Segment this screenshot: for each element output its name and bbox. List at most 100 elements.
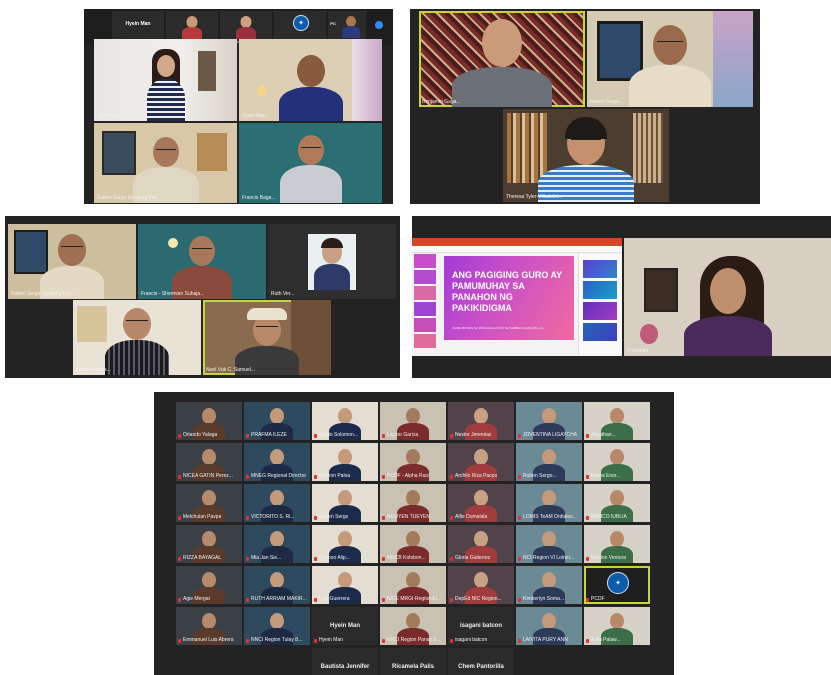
avatar — [270, 613, 284, 629]
participant-tile[interactable]: Mission Paloa — [312, 443, 378, 481]
participant-tile[interactable]: Ruben Sergo — [312, 484, 378, 522]
participant-tile[interactable]: isagani batcon isagani batcon — [448, 607, 514, 645]
participant-tile[interactable]: Ricamela PalisRicamela Palis — [380, 648, 446, 675]
participant-tile[interactable]: Francis - Shermian Suhaja... — [138, 224, 266, 299]
participant-tile[interactable]: Francis Baga... — [239, 123, 382, 203]
participant-name: Mia Jan Sie... — [251, 555, 282, 561]
participant-tile[interactable]: LOMIS TeAM Ordiales... — [516, 484, 582, 522]
participant-tile[interactable]: Ruben Sergo... — [516, 443, 582, 481]
participant-tile[interactable]: Jonathan... — [94, 39, 237, 121]
muted-mic-icon — [586, 639, 589, 643]
muted-mic-icon — [314, 557, 317, 561]
participant-display-name: isagani batcon — [459, 623, 502, 629]
avatar — [406, 613, 420, 629]
participant-tile[interactable]: Jonathan... — [584, 402, 650, 440]
participant-tile[interactable]: Ruben Sergo Kiesburg Fax... — [94, 123, 237, 203]
participant-tile[interactable]: Luis Guerrera — [312, 566, 378, 604]
participant-name: Archilo Riza Pacpo — [455, 473, 498, 479]
participant-tile[interactable]: DepEd NIC Region... — [448, 566, 514, 604]
participant-tile[interactable]: NICEA GATIN Perez... — [176, 443, 242, 481]
participant-tile[interactable]: NNCI Region Tulay 8... — [244, 607, 310, 645]
participant-name: NICEA GATIN Perez... — [183, 473, 233, 479]
participant-tile[interactable]: Melchulan Pavpa — [176, 484, 242, 522]
avatar — [296, 55, 325, 87]
participant-tile[interactable]: Kimberlyn Sorna... — [516, 566, 582, 604]
muted-mic-icon — [586, 598, 589, 602]
avatar — [270, 531, 284, 547]
participant-tile[interactable]: Orlando Yalaga — [176, 402, 242, 440]
participant-name: Theresa Tyler-Villadolid... — [506, 194, 563, 200]
participant-tile[interactable]: PRAFMA ILEZE — [244, 402, 310, 440]
participant-tile[interactable]: Ruben Sergo Kiesburg Fax... — [8, 224, 136, 299]
avatar — [58, 234, 86, 266]
participant-tile[interactable]: Noel Vuk C. Samuel... — [203, 300, 331, 375]
gallery-grid: Orlando Yalaga PRAFMA ILEZE Emilio Solomon… — [176, 402, 652, 675]
participant-tile[interactable]: Archilo Riza Pacpo — [448, 443, 514, 481]
participant-name: Ileana Enor... — [591, 473, 621, 479]
muted-mic-icon — [246, 598, 249, 602]
muted-mic-icon — [518, 639, 521, 643]
participant-tile[interactable]: Lazzer Garcia — [380, 402, 446, 440]
view-switch-icon[interactable] — [375, 21, 383, 29]
participant-tile[interactable]: Ruben Sergo... — [587, 11, 753, 107]
design-ideas-pane[interactable] — [578, 254, 621, 354]
participant-tile[interactable]: Theresa Tyler-Villadolid... — [503, 109, 669, 202]
participant-tile[interactable]: Hyein Man Hyein Man — [312, 607, 378, 645]
participant-tile[interactable]: Alfie Dumalala — [448, 484, 514, 522]
participant-tile[interactable]: Bautista JenniferBautista Jennifer — [312, 648, 378, 675]
participant-tile[interactable]: Avila Palaw... — [584, 607, 650, 645]
avatar — [406, 531, 420, 547]
slide-thumbnails[interactable] — [414, 254, 436, 354]
participant-name: Benjamin Gaga... — [422, 99, 461, 105]
participant-tile[interactable]: VICTORITO S. Ri... — [244, 484, 310, 522]
participant-tile[interactable]: Chem PantorillaChem Pantorilla — [448, 648, 514, 675]
avatar — [202, 531, 216, 547]
avatar — [542, 449, 556, 465]
participant-name: Jonathan... — [97, 113, 122, 119]
participant-tile[interactable]: NGUYEN TUEYEN — [380, 484, 446, 522]
participant-name: NGUYEN TUEYEN — [387, 514, 430, 520]
participant-tile[interactable]: Mia Jan Sie... — [244, 525, 310, 563]
participant-name: Hyein Man... — [242, 113, 271, 119]
avatar — [542, 572, 556, 588]
avatar — [482, 19, 522, 67]
meeting-screenshot-3: Ruben Sergo Kiesburg Fax... Francis - Sh… — [5, 216, 400, 378]
participant-name: NNCI Region Tulay 8... — [251, 637, 303, 643]
muted-mic-icon — [586, 557, 589, 561]
participant-tile[interactable]: NNCI Region Panay 9... — [380, 607, 446, 645]
participant-tile[interactable]: Cloroso Alip... — [312, 525, 378, 563]
participant-tile[interactable]: LAIVITA PURY ANN — [516, 607, 582, 645]
avatar — [202, 449, 216, 465]
participant-tile[interactable]: RUTH ARRIAM MAKIR... — [244, 566, 310, 604]
avatar — [610, 490, 624, 506]
participant-tile[interactable]: NICE MRGI-Region EI... — [380, 566, 446, 604]
participant-name: Jonathan... — [591, 432, 616, 438]
participant-tile[interactable]: Hyein Man... — [239, 39, 382, 121]
participant-tile[interactable]: PCDF - Alpha Ruiz — [380, 443, 446, 481]
participant-name: MNCB Kolobon... — [387, 555, 426, 561]
participant-tile[interactable]: Agie Mergar — [176, 566, 242, 604]
participant-tile[interactable]: RIZZA BAYAGAL — [176, 525, 242, 563]
participant-tile[interactable]: Gloria Gutierrez — [448, 525, 514, 563]
participant-tile[interactable]: Nestor Jeremias — [448, 402, 514, 440]
participant-tile[interactable]: NAMCO IUBLIA — [584, 484, 650, 522]
current-slide[interactable]: ANG PAGIGING GURO AY PAMUMUHAY SA PANAHO… — [444, 256, 574, 340]
participant-tile[interactable]: Ruth Ver... — [268, 224, 396, 299]
participant-tile[interactable]: MNEG Regional Director — [244, 443, 310, 481]
muted-mic-icon — [450, 434, 453, 438]
participant-tile[interactable]: Moses Rodes... — [73, 300, 201, 375]
participant-tile[interactable]: Emilio Solomon... — [312, 402, 378, 440]
participant-tile[interactable]: Benjamin Gaga... — [419, 11, 585, 107]
participant-tile[interactable]: Emmanuel Luis Abrera — [176, 607, 242, 645]
participant-tile[interactable]: Presenter — [624, 238, 831, 356]
participant-tile[interactable]: Maldon Ventura — [584, 525, 650, 563]
participant-tile[interactable]: MNCB Kolobon... — [380, 525, 446, 563]
participant-name: Cloroso Alip... — [319, 555, 350, 561]
participant-tile[interactable]: ✦ PCDF — [584, 566, 650, 604]
participant-name: Francis - Shermian Suhaja... — [141, 291, 205, 297]
avatar — [123, 308, 151, 340]
participant-tile[interactable]: NCI Region VI Loiner... — [516, 525, 582, 563]
participant-tile[interactable]: Ileana Enor... — [584, 443, 650, 481]
participant-name: RIZZA BAYAGAL — [183, 555, 222, 561]
participant-tile[interactable]: JOVENTINA LIGAYCHA — [516, 402, 582, 440]
